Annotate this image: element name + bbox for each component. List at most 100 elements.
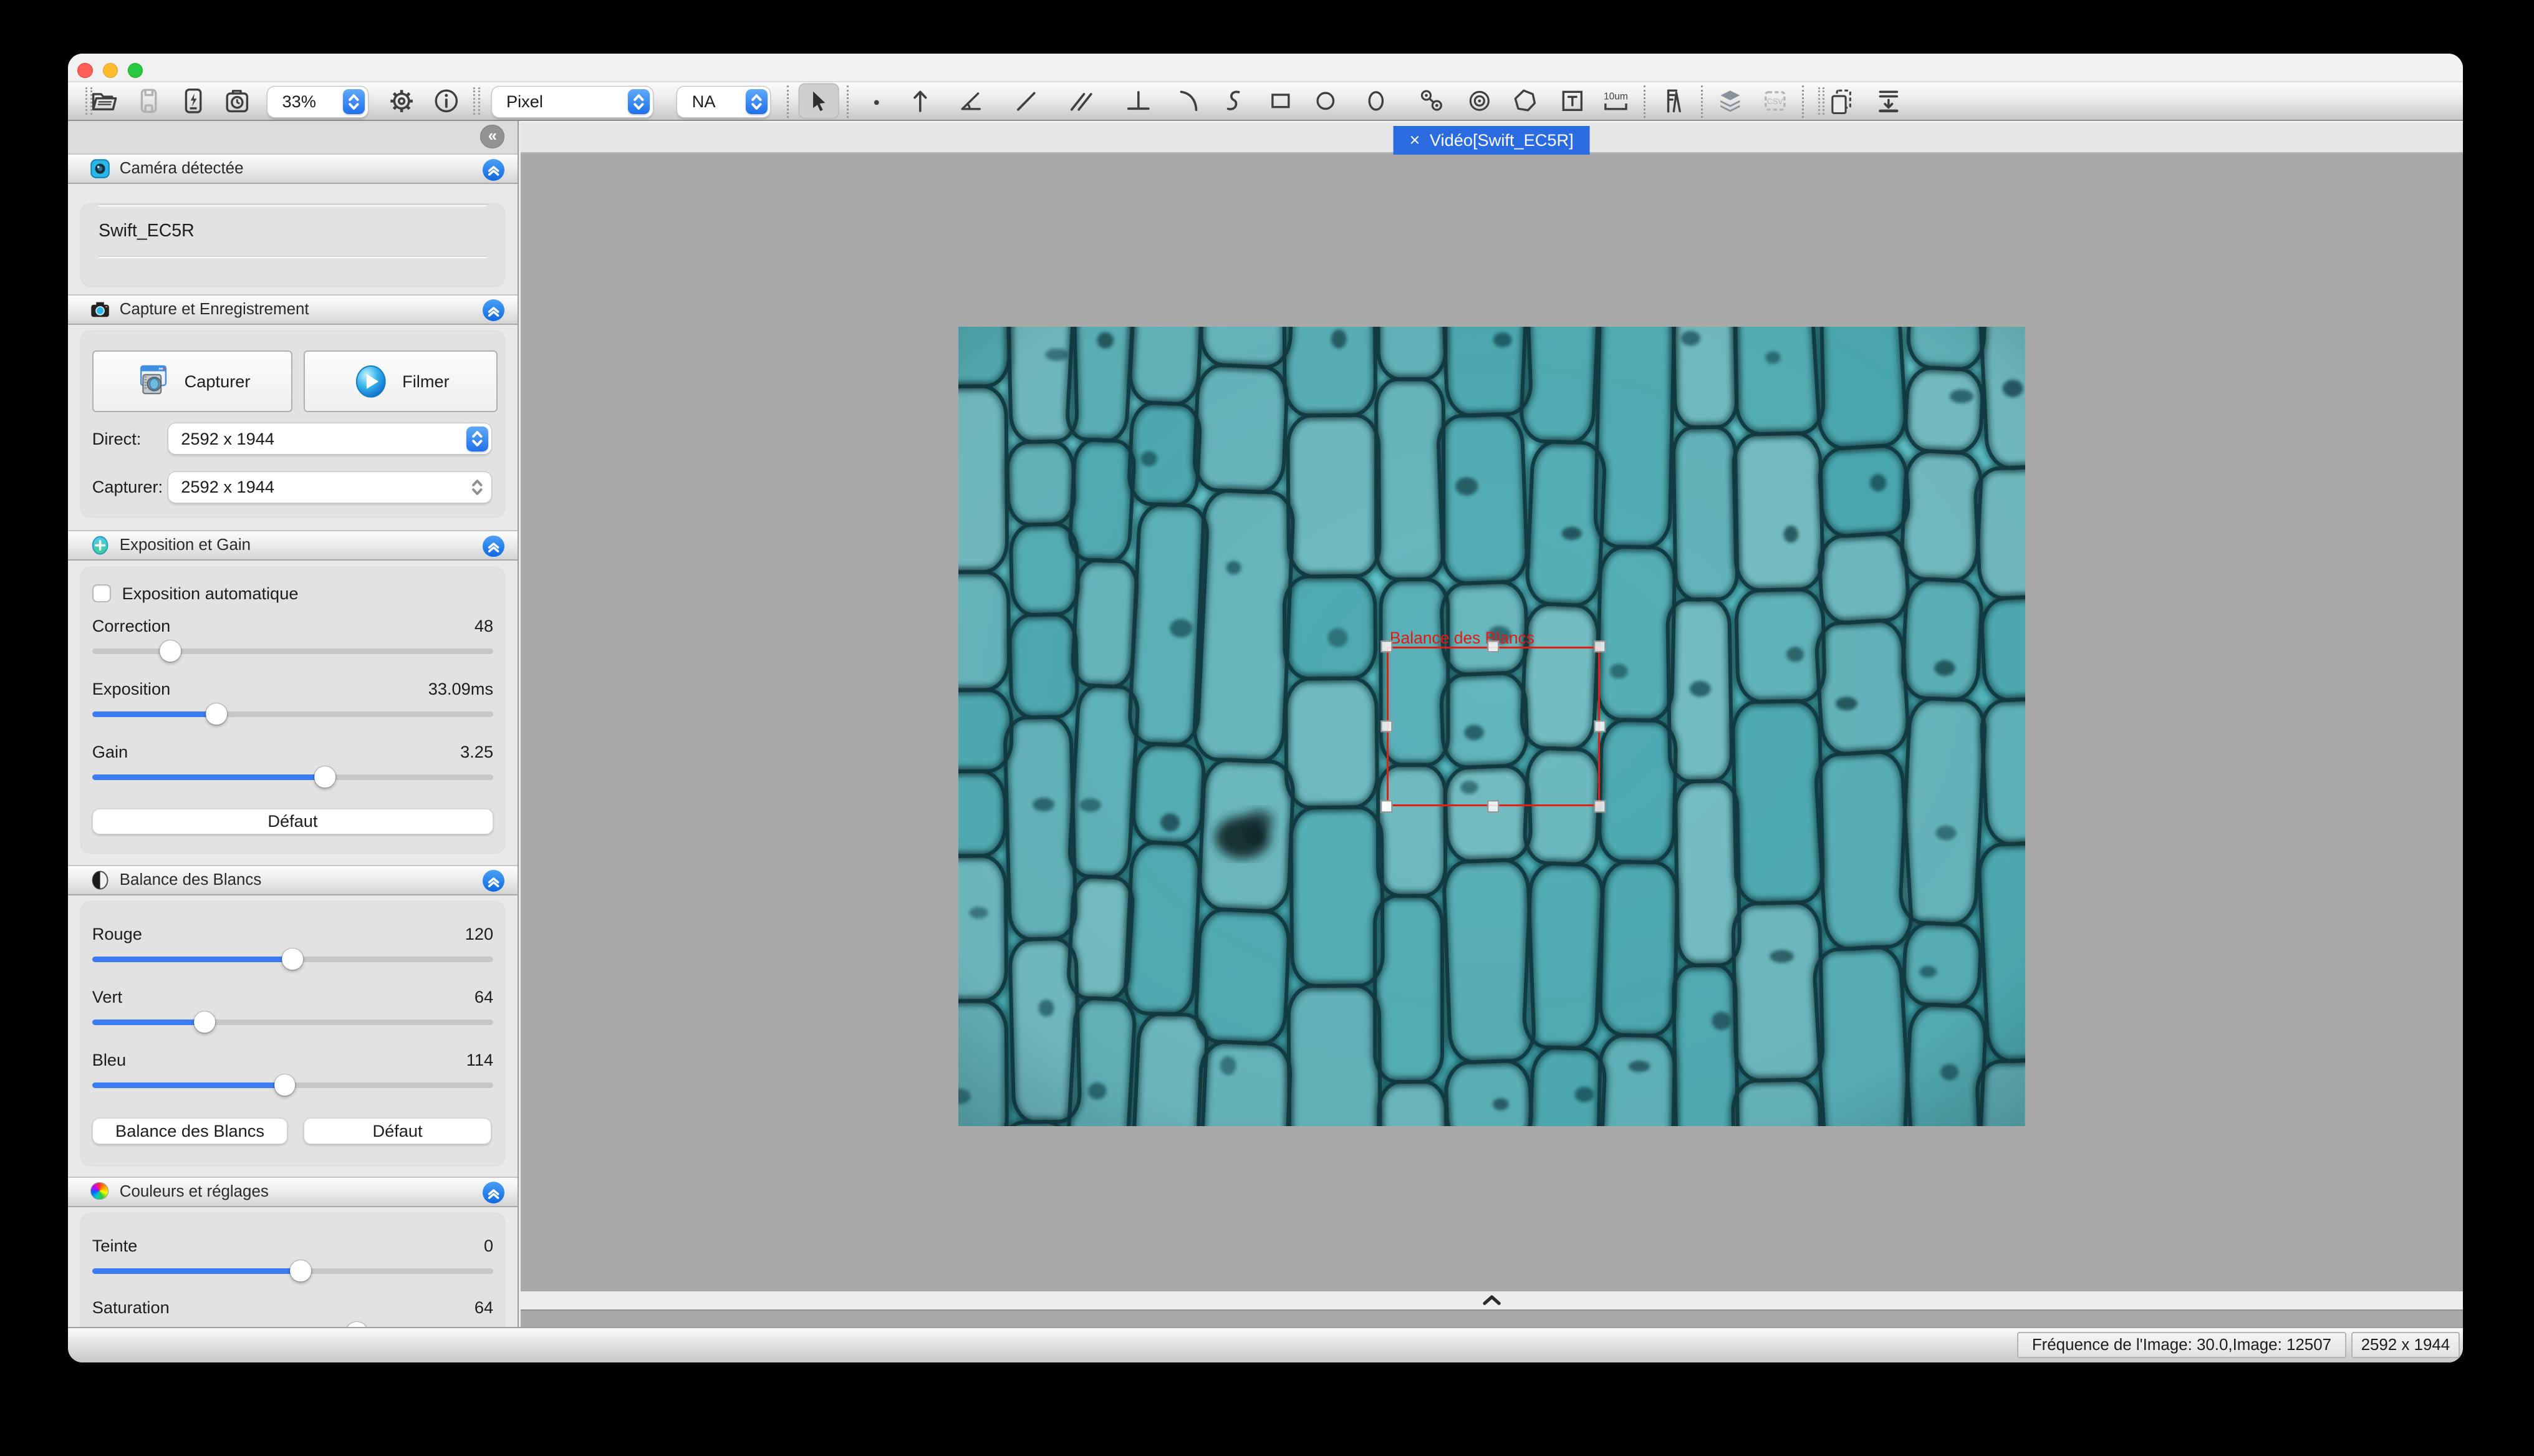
white-balance-button[interactable]: Balance des Blancs	[92, 1118, 288, 1144]
gain-slider[interactable]	[92, 765, 493, 788]
correction-value: 48	[475, 616, 493, 636]
tab-video[interactable]: × Vidéo[Swift_EC5R]	[1394, 126, 1590, 155]
capture-resolution-select[interactable]: 2592 x 1944	[168, 472, 491, 503]
sidebar-collapse-button[interactable]: «	[480, 125, 504, 149]
colors-panel-title: Couleurs et réglages	[120, 1183, 269, 1201]
measure-tool-button[interactable]	[1655, 84, 1690, 119]
bottom-panel-toggle[interactable]	[521, 1291, 2463, 1311]
capture-panel-collapse-button[interactable]	[483, 299, 504, 321]
circle-tool-button[interactable]	[1308, 84, 1344, 119]
tab-close-icon[interactable]: ×	[1410, 132, 1420, 150]
exposure-panel-collapse-button[interactable]	[483, 536, 504, 557]
green-slider[interactable]	[92, 1010, 493, 1033]
csv-export-button[interactable]: CSV	[1757, 84, 1793, 119]
open-folder-button[interactable]	[87, 84, 122, 119]
slider-thumb[interactable]	[274, 1074, 296, 1096]
unit-select[interactable]: Pixel	[492, 87, 653, 117]
white-balance-panel-header[interactable]: Balance des Blancs	[68, 865, 518, 895]
ellipse-tool-button[interactable]	[1359, 84, 1394, 119]
linked-annotation-tool-button[interactable]	[1414, 84, 1450, 119]
close-window-button[interactable]	[77, 63, 92, 78]
settings-button[interactable]	[384, 84, 420, 119]
white-balance-default-button[interactable]: Défaut	[304, 1118, 491, 1144]
camera-panel-header[interactable]: Caméra détectée	[68, 153, 518, 184]
capture-camera-icon	[134, 363, 171, 400]
camera-panel-collapse-button[interactable]	[483, 159, 504, 181]
layers-button[interactable]	[1712, 84, 1748, 119]
open-folder-icon	[90, 87, 119, 116]
hue-slider[interactable]	[92, 1259, 493, 1281]
fullscreen-window-button[interactable]	[128, 63, 143, 78]
magnification-select[interactable]: NA	[677, 87, 770, 117]
region-handle[interactable]	[1594, 640, 1606, 652]
info-button[interactable]	[428, 84, 464, 119]
slider-thumb[interactable]	[160, 640, 181, 662]
concentric-circles-tool-button[interactable]	[1462, 84, 1497, 119]
capture-button-label: Capturer	[185, 372, 251, 392]
angle-tool-button[interactable]	[955, 84, 990, 119]
copy-image-button[interactable]	[1823, 84, 1859, 119]
auto-exposure-checkbox[interactable]	[92, 584, 111, 603]
exposure-panel-header[interactable]: Exposition et Gain	[68, 530, 518, 561]
blue-slider[interactable]	[92, 1073, 493, 1096]
scalebar-tool-button[interactable]: 10um	[1598, 84, 1634, 119]
slider-thumb[interactable]	[282, 948, 304, 970]
white-balance-panel-collapse-button[interactable]	[483, 870, 504, 892]
region-handle[interactable]	[1594, 801, 1606, 812]
arc-tool-button[interactable]	[1171, 84, 1207, 119]
exposure-slider[interactable]	[92, 702, 493, 725]
magnification-value: NA	[677, 92, 745, 112]
slider-thumb[interactable]	[346, 1322, 367, 1327]
export-frames-button[interactable]	[1871, 84, 1906, 119]
capture-panel-header[interactable]: Capture et Enregistrement	[68, 294, 518, 325]
arc-icon	[1174, 87, 1203, 116]
slider-thumb[interactable]	[206, 703, 227, 725]
camera-list-item[interactable]: Swift_EC5R	[92, 206, 493, 256]
flash-capture-button[interactable]	[175, 84, 211, 119]
minimize-window-button[interactable]	[103, 63, 118, 78]
slider-thumb[interactable]	[194, 1011, 215, 1033]
record-button[interactable]: Filmer	[304, 350, 498, 412]
capture-button[interactable]: Capturer	[92, 350, 292, 412]
status-bar: Fréquence de l'Image: 30.0,Image: 12507 …	[68, 1327, 2463, 1362]
correction-slider[interactable]	[92, 639, 493, 662]
region-handle[interactable]	[1487, 640, 1499, 652]
slider-thumb[interactable]	[290, 1260, 311, 1281]
slider-thumb[interactable]	[314, 766, 335, 788]
white-balance-region[interactable]	[1387, 647, 1600, 807]
line-tool-button[interactable]	[1008, 84, 1044, 119]
text-tool-button[interactable]	[1554, 84, 1590, 119]
curve-tool-button[interactable]	[1216, 84, 1251, 119]
arrow-tool-button[interactable]	[903, 84, 938, 119]
region-handle[interactable]	[1380, 801, 1392, 812]
region-handle[interactable]	[1487, 801, 1499, 812]
select-tool-button[interactable]	[798, 84, 839, 119]
red-slider[interactable]	[92, 947, 493, 970]
rectangle-tool-button[interactable]	[1263, 84, 1298, 119]
capture-resolution-stepper-icon[interactable]	[466, 475, 488, 499]
polygon-tool-button[interactable]	[1507, 84, 1543, 119]
timed-capture-button[interactable]	[219, 84, 254, 119]
live-resolution-stepper-icon[interactable]	[466, 427, 488, 451]
zoom-stepper-icon[interactable]	[343, 89, 365, 114]
save-button[interactable]	[130, 84, 166, 119]
unit-stepper-icon[interactable]	[628, 89, 650, 114]
point-tool-button[interactable]	[859, 84, 894, 119]
zoom-level-select[interactable]: 33%	[267, 87, 368, 117]
live-resolution-select[interactable]: 2592 x 1944	[168, 423, 491, 454]
perpendicular-icon	[1124, 87, 1153, 116]
parallel-lines-tool-button[interactable]	[1064, 84, 1099, 119]
magnification-stepper-icon[interactable]	[746, 89, 768, 114]
colors-panel-collapse-button[interactable]	[483, 1182, 504, 1203]
region-handle[interactable]	[1380, 640, 1392, 652]
region-handle[interactable]	[1380, 720, 1392, 732]
perpendicular-tool-button[interactable]	[1120, 84, 1156, 119]
exposure-default-button[interactable]: Défaut	[92, 809, 493, 834]
gain-row: Gain3.25	[92, 733, 493, 796]
camera-live-view[interactable]: Balance des Blancs	[958, 327, 2025, 1127]
region-handle[interactable]	[1594, 720, 1606, 732]
chevron-up-icon	[486, 539, 501, 553]
colors-panel-header[interactable]: Couleurs et réglages	[68, 1177, 518, 1207]
unit-value: Pixel	[492, 92, 628, 112]
saturation-slider[interactable]	[92, 1320, 493, 1326]
